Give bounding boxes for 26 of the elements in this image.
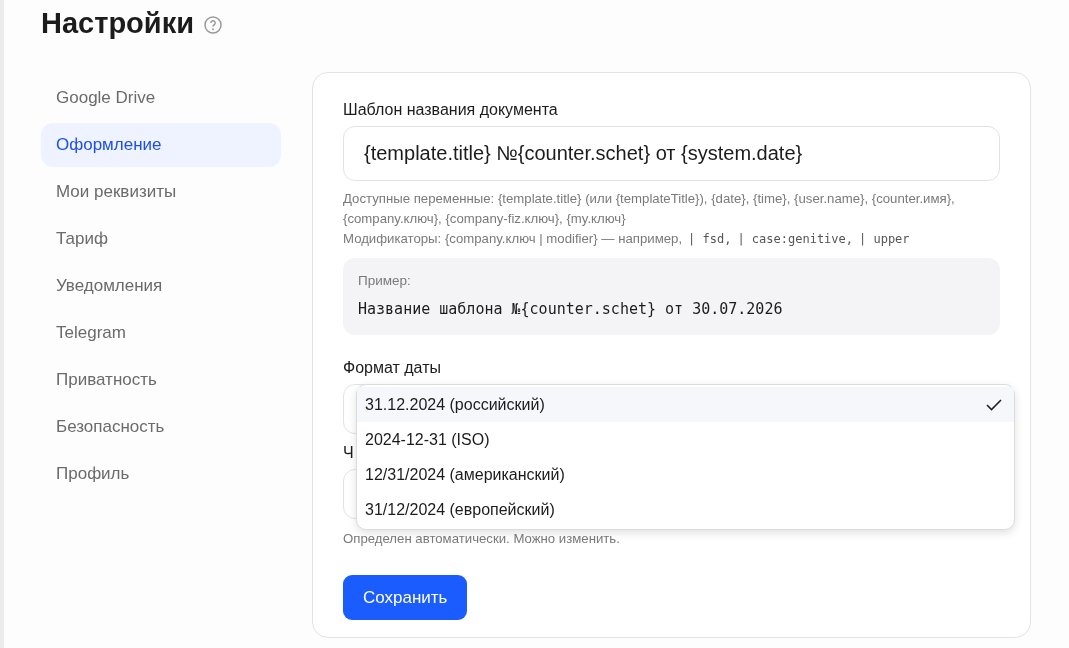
dropdown-option[interactable]: 2024-12-31 (ISO) <box>357 422 1014 457</box>
example-value: Название шаблона №{counter.schet} от 30.07.2026 <box>358 299 784 319</box>
dropdown-option[interactable]: 12/31/2024 (американский) <box>357 457 1014 492</box>
sidebar-item[interactable]: Профиль <box>41 452 281 496</box>
save-button[interactable]: Сохранить <box>343 575 468 620</box>
sidebar-item[interactable]: Безопасность <box>41 405 281 449</box>
timezone-hint: Определен автоматически. Можно изменить. <box>343 531 621 547</box>
field-label: Шаблон названия документа <box>343 100 559 120</box>
sidebar-item[interactable]: Google Drive <box>41 76 281 120</box>
template-input[interactable]: {template.title} №{counter.schet} от {system.date} <box>343 126 1000 181</box>
check-icon <box>986 398 1002 411</box>
dropdown-option[interactable]: 31/12/2024 (европейский) <box>357 492 1014 527</box>
sidebar-item[interactable]: Оформление <box>41 123 281 167</box>
sidebar-item[interactable]: Уведомления <box>41 264 281 308</box>
help-icon[interactable] <box>204 16 222 34</box>
example-label: Пример: <box>358 272 412 290</box>
sidebar-item[interactable]: Приватность <box>41 358 281 402</box>
sidebar-item[interactable]: Тариф <box>41 217 281 261</box>
field-label: Формат даты <box>343 358 442 378</box>
page-title: Настройки <box>41 6 194 41</box>
field-label: Ч <box>343 443 355 463</box>
sidebar-item[interactable]: Telegram <box>41 311 281 355</box>
variables-hint: Доступные переменные: {template.title} (или {templateTitle}), {date}, {time}, {user.name}, {counter.имя}, {company.ключ}, {company-fiz.ключ}, {my.ключ} <box>343 190 956 228</box>
sidebar-item[interactable]: Мои реквизиты <box>41 170 281 214</box>
modifiers-hint: Модификаторы: {company.ключ | modifier} — например, | fsd, | case:genitive, | upper <box>343 230 911 248</box>
dropdown-option[interactable]: 31.12.2024 (российский) <box>357 387 1014 422</box>
